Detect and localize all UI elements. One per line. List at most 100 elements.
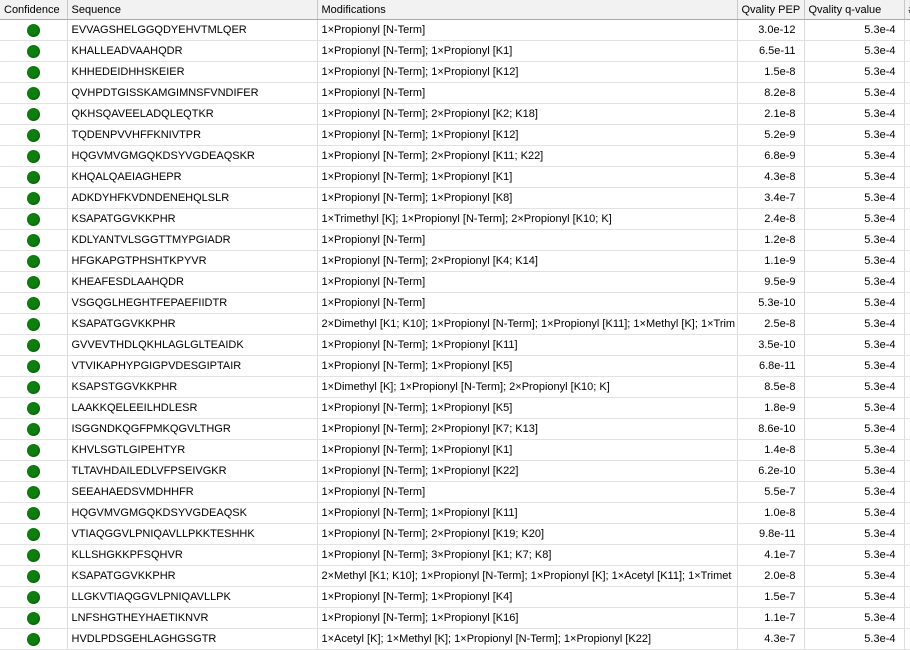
column-header-count[interactable]: #: [904, 0, 910, 20]
count-cell: [904, 166, 910, 188]
green-circle-icon: [26, 401, 40, 415]
table-row[interactable]: HVDLPDSGEHLAGHGSGTR 1×Acetyl [K]; 1×Methy…: [0, 628, 910, 650]
sequence-cell: KSAPSTGGVKKPHR: [67, 376, 318, 398]
table-row[interactable]: GVVEVTHDLQKHLAGLGLTEAIDK 1×Propionyl [N-T…: [0, 334, 910, 356]
count-cell: [904, 19, 910, 41]
sequence-cell: KLLSHGKKPFSQHVR: [67, 544, 318, 566]
qvality-q-value-cell: 5.3e-4: [804, 565, 905, 587]
table-row[interactable]: KHEAFESDLAAHQDR 1×Propionyl [N-Term] 9.5e-…: [0, 271, 910, 293]
green-circle-icon: [26, 275, 40, 289]
green-circle-icon: [26, 296, 40, 310]
sequence-cell: VTIAQGGVLPNIQAVLLPKKTESHHK: [67, 523, 318, 545]
modifications-cell: 1×Propionyl [N-Term]; 1×Propionyl [K16]: [317, 607, 738, 629]
table-row[interactable]: ISGGNDKQGFPMKQGVLTHGR 1×Propionyl [N-Term…: [0, 418, 910, 440]
confidence-cell: [0, 523, 68, 545]
confidence-cell: [0, 103, 68, 125]
table-row[interactable]: KDLYANTVLSGGTTMYPGIADR 1×Propionyl [N-Ter…: [0, 229, 910, 251]
column-header-confidence[interactable]: Confidence: [0, 0, 68, 20]
confidence-cell: [0, 229, 68, 251]
table-row[interactable]: ADKDYHFKVDNDENEHQLSLR 1×Propionyl [N-Term…: [0, 187, 910, 209]
count-cell: [904, 439, 910, 461]
qvality-pep-cell: 4.3e-8: [737, 166, 805, 188]
qvality-pep-cell: 6.8e-11: [737, 355, 805, 377]
table-row[interactable]: KHHEDEIDHHSKEIER 1×Propionyl [N-Term]; 1×…: [0, 61, 910, 83]
confidence-cell: [0, 313, 68, 335]
qvality-q-value-cell: 5.3e-4: [804, 124, 905, 146]
table-row[interactable]: LLGKVTIAQGGVLPNIQAVLLPK 1×Propionyl [N-Te…: [0, 586, 910, 608]
column-header-sequence[interactable]: Sequence: [67, 0, 318, 20]
table-row[interactable]: KSAPSTGGVKKPHR 1×Dimethyl [K]; 1×Propiony…: [0, 376, 910, 398]
qvality-q-value-cell: 5.3e-4: [804, 103, 905, 125]
table-row[interactable]: LAAKKQELEEILHDLESR 1×Propionyl [N-Term]; …: [0, 397, 910, 419]
green-circle-icon: [26, 233, 40, 247]
confidence-cell: [0, 355, 68, 377]
green-circle-icon: [26, 506, 40, 520]
qvality-pep-cell: 1.0e-8: [737, 502, 805, 524]
modifications-cell: 1×Propionyl [N-Term]; 3×Propionyl [K1; K…: [317, 544, 738, 566]
green-circle-icon: [26, 380, 40, 394]
table-row[interactable]: TQDENPVVHFFKNIVTPR 1×Propionyl [N-Term]; …: [0, 124, 910, 146]
confidence-cell: [0, 208, 68, 230]
count-cell: [904, 544, 910, 566]
count-cell: [904, 292, 910, 314]
modifications-cell: 1×Acetyl [K]; 1×Methyl [K]; 1×Propionyl …: [317, 628, 738, 650]
column-header-qvality-pep[interactable]: Qvality PEP: [737, 0, 805, 20]
confidence-cell: [0, 40, 68, 62]
qvality-pep-cell: 2.0e-8: [737, 565, 805, 587]
qvality-pep-cell: 9.5e-9: [737, 271, 805, 293]
table-row[interactable]: EVVAGSHELGGQDYEHVTMLQER 1×Propionyl [N-Te…: [0, 19, 910, 41]
table-row[interactable]: VSGQGLHEGHTFEPAEFIIDTR 1×Propionyl [N-Ter…: [0, 292, 910, 314]
count-cell: [904, 334, 910, 356]
count-cell: [904, 313, 910, 335]
table-row[interactable]: KHQALQAEIAGHEPR 1×Propionyl [N-Term]; 1×P…: [0, 166, 910, 188]
table-row[interactable]: HQGVMVGMGQKDSYVGDEAQSKR 1×Propionyl [N-Te…: [0, 145, 910, 167]
sequence-cell: LAAKKQELEEILHDLESR: [67, 397, 318, 419]
qvality-pep-cell: 1.1e-7: [737, 607, 805, 629]
qvality-pep-cell: 8.5e-8: [737, 376, 805, 398]
table-row[interactable]: KHVLSGTLGIPEHTYR 1×Propionyl [N-Term]; 1×…: [0, 439, 910, 461]
count-cell: [904, 628, 910, 650]
count-cell: [904, 565, 910, 587]
qvality-pep-cell: 3.5e-10: [737, 334, 805, 356]
sequence-cell: ISGGNDKQGFPMKQGVLTHGR: [67, 418, 318, 440]
table-row[interactable]: LNFSHGTHEYHAETIKNVR 1×Propionyl [N-Term];…: [0, 607, 910, 629]
qvality-q-value-cell: 5.3e-4: [804, 292, 905, 314]
table-row[interactable]: VTVIKAPHYPGIGPVDESGIPTAIR 1×Propionyl [N-…: [0, 355, 910, 377]
qvality-q-value-cell: 5.3e-4: [804, 166, 905, 188]
count-cell: [904, 418, 910, 440]
green-circle-icon: [26, 212, 40, 226]
confidence-cell: [0, 334, 68, 356]
count-cell: [904, 103, 910, 125]
table-row[interactable]: KLLSHGKKPFSQHVR 1×Propionyl [N-Term]; 3×P…: [0, 544, 910, 566]
header-row: Confidence Sequence Modifications Qvalit…: [0, 0, 910, 20]
qvality-pep-cell: 6.5e-11: [737, 40, 805, 62]
confidence-cell: [0, 544, 68, 566]
qvality-q-value-cell: 5.3e-4: [804, 628, 905, 650]
table-row[interactable]: SEEAHAEDSVMDHHFR 1×Propionyl [N-Term] 5.5e…: [0, 481, 910, 503]
confidence-cell: [0, 502, 68, 524]
table-row[interactable]: KSAPATGGVKKPHR 1×Trimethyl [K]; 1×Propion…: [0, 208, 910, 230]
table-row[interactable]: QKHSQAVEELADQLEQTKR 1×Propionyl [N-Term];…: [0, 103, 910, 125]
column-header-modifications[interactable]: Modifications: [317, 0, 738, 20]
table-row[interactable]: HFGKAPGTPHSHTKPYVR 1×Propionyl [N-Term]; …: [0, 250, 910, 272]
sequence-cell: TQDENPVVHFFKNIVTPR: [67, 124, 318, 146]
column-header-qvality-q-value[interactable]: Qvality q-value: [804, 0, 905, 20]
modifications-cell: 1×Propionyl [N-Term]: [317, 82, 738, 104]
table-row[interactable]: TLTAVHDAILEDLVFPSEIVGKR 1×Propionyl [N-Te…: [0, 460, 910, 482]
confidence-cell: [0, 124, 68, 146]
table-row[interactable]: QVHPDTGISSKAMGIMNSFVNDIFER 1×Propionyl [N…: [0, 82, 910, 104]
table-row[interactable]: VTIAQGGVLPNIQAVLLPKKTESHHK 1×Propionyl [N…: [0, 523, 910, 545]
table-row[interactable]: KSAPATGGVKKPHR 2×Methyl [K1; K10]; 1×Prop…: [0, 565, 910, 587]
table-row[interactable]: KHALLEADVAAHQDR 1×Propionyl [N-Term]; 1×P…: [0, 40, 910, 62]
sequence-cell: KHQALQAEIAGHEPR: [67, 166, 318, 188]
modifications-cell: 1×Propionyl [N-Term]: [317, 481, 738, 503]
qvality-pep-cell: 4.1e-7: [737, 544, 805, 566]
qvality-q-value-cell: 5.3e-4: [804, 355, 905, 377]
modifications-cell: 1×Propionyl [N-Term]; 2×Propionyl [K7; K…: [317, 418, 738, 440]
qvality-q-value-cell: 5.3e-4: [804, 460, 905, 482]
table-row[interactable]: HQGVMVGMGQKDSYVGDEAQSK 1×Propionyl [N-Ter…: [0, 502, 910, 524]
table-row[interactable]: KSAPATGGVKKPHR 2×Dimethyl [K1; K10]; 1×Pr…: [0, 313, 910, 335]
qvality-pep-cell: 3.0e-12: [737, 19, 805, 41]
qvality-q-value-cell: 5.3e-4: [804, 250, 905, 272]
green-circle-icon: [26, 632, 40, 646]
